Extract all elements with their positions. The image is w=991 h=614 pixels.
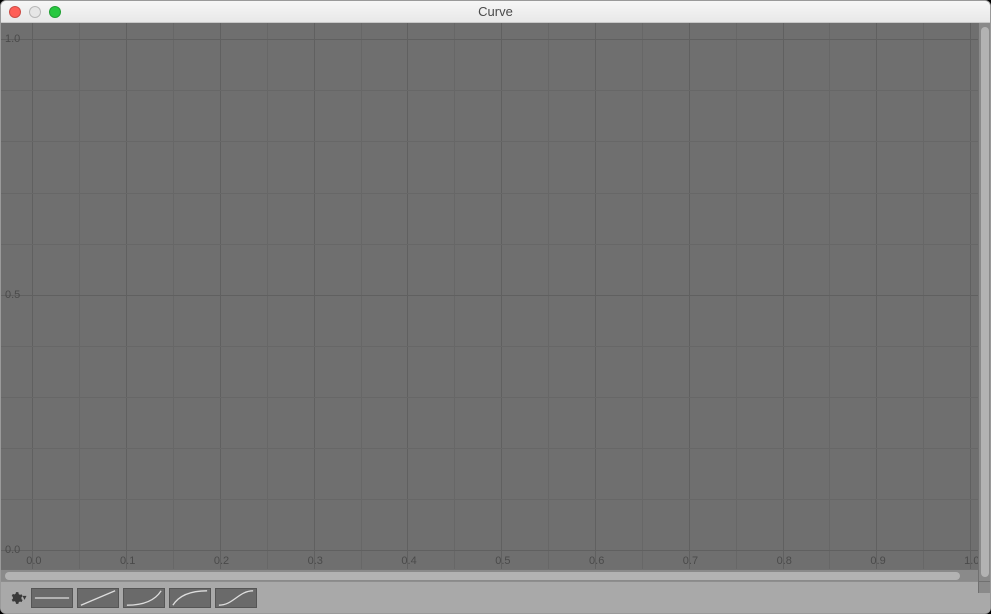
preset-ease-out-icon <box>170 589 210 607</box>
toolbar: ▾ <box>1 581 990 613</box>
x-axis-tick-label: 0.6 <box>589 555 604 567</box>
y-axis-tick-label: 0.0 <box>5 544 20 556</box>
x-axis-tick-label: 0.5 <box>495 555 510 567</box>
window-title: Curve <box>1 4 990 19</box>
preset-ease-out-button[interactable] <box>169 588 211 608</box>
y-axis-tick-label: 0.5 <box>5 289 20 301</box>
y-axis-tick-label: 1.0 <box>5 33 20 45</box>
x-axis-tick-label: 0.2 <box>214 555 229 567</box>
x-axis-tick-label: 0.1 <box>120 555 135 567</box>
preset-flat-icon <box>32 589 72 607</box>
preset-ease-in-button[interactable] <box>123 588 165 608</box>
x-axis-tick-label: 0.7 <box>683 555 698 567</box>
window-controls <box>9 6 61 18</box>
horizontal-scrollbar[interactable] <box>1 569 978 581</box>
preset-ease-in-out-button[interactable] <box>215 588 257 608</box>
x-axis-tick-label: 0.0 <box>26 555 41 567</box>
gear-icon <box>9 591 23 605</box>
titlebar: Curve <box>1 1 990 23</box>
preset-linear-button[interactable] <box>77 588 119 608</box>
vertical-scrollbar-thumb[interactable] <box>981 27 989 577</box>
x-axis-tick-label: 0.4 <box>401 555 416 567</box>
preset-flat-button[interactable] <box>31 588 73 608</box>
close-window-button[interactable] <box>9 6 21 18</box>
horizontal-scrollbar-thumb[interactable] <box>5 572 960 580</box>
preset-linear-icon <box>78 589 118 607</box>
settings-menu-button[interactable]: ▾ <box>9 589 27 607</box>
zoom-window-button[interactable] <box>49 6 61 18</box>
dropdown-caret-icon: ▾ <box>22 593 26 602</box>
content-area: 0.00.10.20.30.40.50.60.70.80.91.00.00.51… <box>1 23 990 613</box>
vertical-scrollbar[interactable] <box>978 23 990 581</box>
preset-ease-in-out-icon <box>216 589 256 607</box>
x-axis-tick-label: 0.8 <box>777 555 792 567</box>
x-axis-tick-label: 0.9 <box>870 555 885 567</box>
preset-ease-in-icon <box>124 589 164 607</box>
curve-canvas[interactable]: 0.00.10.20.30.40.50.60.70.80.91.00.00.51… <box>1 23 978 569</box>
x-axis-tick-label: 0.3 <box>308 555 323 567</box>
minimize-window-button[interactable] <box>29 6 41 18</box>
curve-editor-window: Curve 0.0 0.1 0.2 0.3 0.4 0.5 0.6 0.7 0.8 0.9 1.0 0… <box>0 0 991 614</box>
